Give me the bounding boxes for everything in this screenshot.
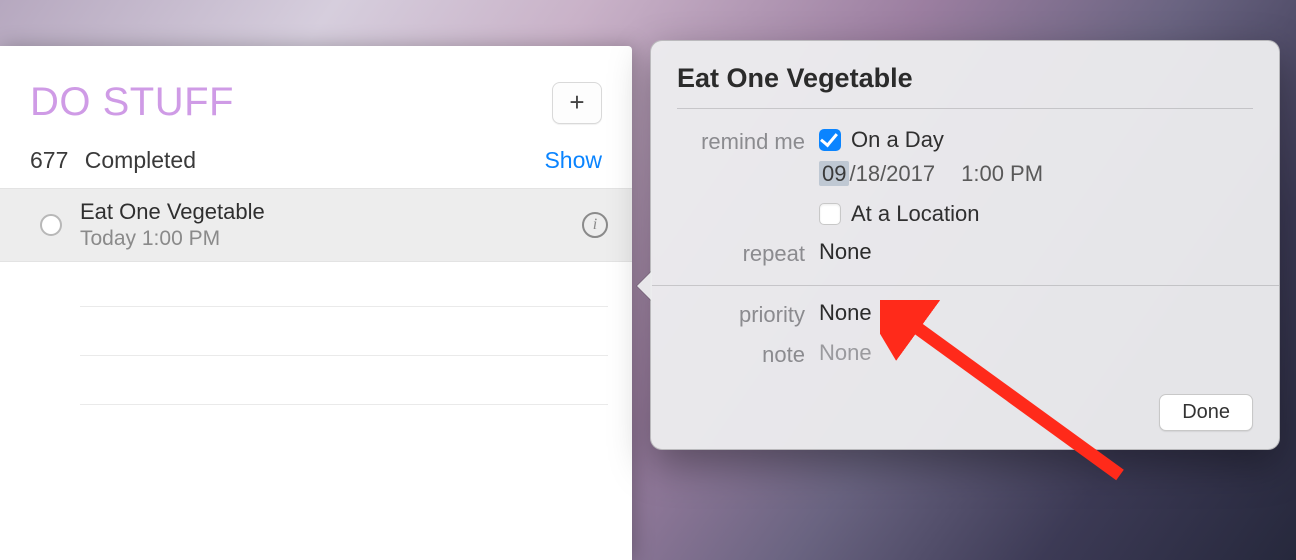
at-a-location-label: At a Location — [851, 201, 979, 227]
on-a-day-label: On a Day — [851, 127, 944, 153]
reminder-details-popover: Eat One Vegetable remind me On a Day 09/… — [650, 40, 1280, 450]
reminders-list-panel: DO STUFF + 677 Completed Show Eat One Ve… — [0, 46, 632, 560]
note-label: note — [677, 340, 805, 368]
remind-me-options: On a Day 09/18/2017 1:00 PM At a Locatio… — [819, 127, 1253, 227]
at-a-location-checkbox[interactable] — [819, 203, 841, 225]
done-button[interactable]: Done — [1159, 394, 1253, 431]
priority-label: priority — [677, 300, 805, 328]
note-field[interactable]: None — [819, 340, 1253, 368]
reminder-subtitle: Today 1:00 PM — [80, 227, 582, 251]
on-a-day-row[interactable]: On a Day — [819, 127, 1253, 153]
popover-title[interactable]: Eat One Vegetable — [677, 63, 1253, 109]
show-completed-link[interactable]: Show — [544, 147, 602, 174]
time-field[interactable]: 1:00 PM — [961, 161, 1043, 187]
info-button[interactable]: i — [582, 212, 608, 238]
completed-row: 677 Completed Show — [0, 129, 632, 188]
list-rule — [80, 404, 608, 405]
info-icon: i — [593, 216, 597, 234]
datetime-row[interactable]: 09/18/2017 1:00 PM — [819, 161, 1253, 187]
list-title: DO STUFF — [30, 80, 234, 125]
popover-divider — [651, 285, 1279, 286]
completed-count: 677 — [30, 147, 68, 173]
completed-summary: 677 Completed — [30, 147, 196, 174]
complete-radio[interactable] — [40, 214, 62, 236]
at-a-location-row[interactable]: At a Location — [819, 201, 1253, 227]
reminder-text: Eat One Vegetable Today 1:00 PM — [80, 199, 582, 251]
reminder-title: Eat One Vegetable — [80, 199, 582, 225]
plus-icon: + — [569, 87, 584, 118]
remind-me-label: remind me — [677, 127, 805, 227]
list-header: DO STUFF + — [0, 46, 632, 129]
on-a-day-checkbox[interactable] — [819, 129, 841, 151]
date-field[interactable]: 09/18/2017 — [819, 161, 935, 187]
date-rest[interactable]: /18/2017 — [849, 161, 935, 186]
reminder-row[interactable]: Eat One Vegetable Today 1:00 PM i — [0, 188, 632, 262]
date-month-selected[interactable]: 09 — [819, 161, 849, 186]
add-reminder-button[interactable]: + — [552, 82, 602, 124]
repeat-value[interactable]: None — [819, 239, 1253, 267]
priority-value[interactable]: None — [819, 300, 1253, 328]
repeat-label: repeat — [677, 239, 805, 267]
completed-label: Completed — [85, 147, 196, 173]
